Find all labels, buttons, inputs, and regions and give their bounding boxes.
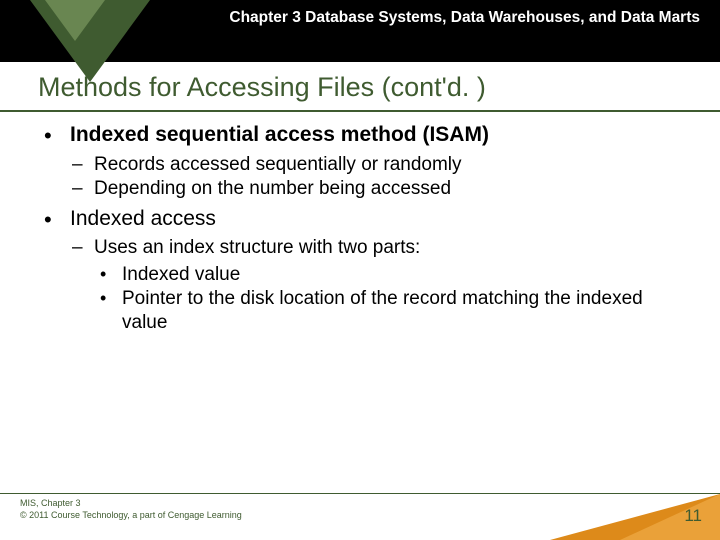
bullet-isam-text: Indexed sequential access method (ISAM) <box>70 123 489 146</box>
bullet-indexed-access-text: Indexed access <box>70 207 216 230</box>
bullet-pointer: Pointer to the disk location of the reco… <box>94 287 680 336</box>
footer-line2: © 2011 Course Technology, a part of Ceng… <box>20 509 242 522</box>
chapter-title: Chapter 3 Database Systems, Data Warehou… <box>160 6 700 29</box>
header-triangle-inner <box>45 0 105 41</box>
bullet-isam-sub1: Records accessed sequentially or randoml… <box>70 153 680 177</box>
footer-text: MIS, Chapter 3 © 2011 Course Technology,… <box>20 497 242 522</box>
bullet-indexed-sub1: Uses an index structure with two parts: … <box>70 236 680 335</box>
bullet-indexed-sub1-text: Uses an index structure with two parts: <box>94 237 420 258</box>
body-content: Indexed sequential access method (ISAM) … <box>40 122 680 340</box>
bullet-isam-sub2: Depending on the number being accessed <box>70 177 680 201</box>
footer-line1: MIS, Chapter 3 <box>20 497 242 510</box>
footer-wedge-light <box>620 494 720 540</box>
page-number: 11 <box>684 506 702 526</box>
bullet-index-value: Indexed value <box>94 263 680 287</box>
bullet-isam: Indexed sequential access method (ISAM) … <box>40 122 680 202</box>
slide-title: Methods for Accessing Files (cont'd. ) <box>38 72 700 103</box>
slide: Chapter 3 Database Systems, Data Warehou… <box>0 0 720 540</box>
bullet-indexed-access: Indexed access Uses an index structure w… <box>40 206 680 336</box>
title-underline <box>0 110 720 112</box>
